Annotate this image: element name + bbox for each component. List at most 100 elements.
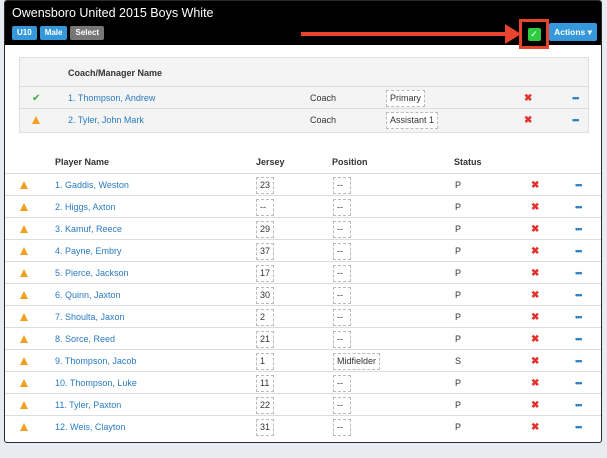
player-name-link[interactable]: 8. Sorce, Reed xyxy=(55,328,115,350)
coach-name-link[interactable]: 1. Thompson, Andrew xyxy=(68,87,155,109)
position-field[interactable]: Midfielder xyxy=(333,352,381,370)
player-row: 12. Weis, Clayton 31 -- P ✖ ••• xyxy=(5,415,601,438)
more-options-icon[interactable]: ••• xyxy=(575,394,583,416)
player-name-link[interactable]: 7. Shoulta, Jaxon xyxy=(55,306,125,328)
player-name-link[interactable]: 1. Gaddis, Weston xyxy=(55,174,129,196)
position-field[interactable]: -- xyxy=(333,396,351,414)
more-options-icon[interactable]: ••• xyxy=(575,218,583,240)
coach-header-row: Coach/Manager Name xyxy=(20,62,588,84)
remove-icon[interactable]: ✖ xyxy=(531,328,539,350)
approve-checkbox-icon[interactable]: ✓ xyxy=(527,27,541,41)
warning-icon xyxy=(20,335,28,343)
remove-icon[interactable]: ✖ xyxy=(524,87,532,109)
more-options-icon[interactable]: ••• xyxy=(572,109,580,131)
player-status-cell xyxy=(20,372,28,394)
remove-icon[interactable]: ✖ xyxy=(531,372,539,394)
status-header: Status xyxy=(454,157,482,167)
player-status: P xyxy=(455,334,462,344)
remove-icon[interactable]: ✖ xyxy=(531,284,539,306)
player-name-link[interactable]: 9. Thompson, Jacob xyxy=(55,350,136,372)
coach-type-cell: Assistant 1 xyxy=(386,109,439,131)
jersey-field[interactable]: 21 xyxy=(256,330,275,348)
annotation-arrow xyxy=(301,32,509,36)
position-field[interactable]: -- xyxy=(333,242,351,260)
player-status-cell xyxy=(20,196,28,218)
more-options-icon[interactable]: ••• xyxy=(575,372,583,394)
player-status-cell xyxy=(20,328,28,350)
jersey-field[interactable]: 29 xyxy=(256,220,275,238)
player-name-link[interactable]: 12. Weis, Clayton xyxy=(55,416,125,438)
remove-icon[interactable]: ✖ xyxy=(531,262,539,284)
player-name-link[interactable]: 3. Kamuf, Reece xyxy=(55,218,122,240)
remove-icon[interactable]: ✖ xyxy=(531,306,539,328)
approve-highlight: ✓ xyxy=(519,19,549,49)
more-options-icon[interactable]: ••• xyxy=(575,196,583,218)
more-options-icon[interactable]: ••• xyxy=(575,284,583,306)
warning-icon xyxy=(20,423,28,431)
jersey-field[interactable]: 37 xyxy=(256,242,275,260)
remove-icon[interactable]: ✖ xyxy=(531,350,539,372)
actions-button[interactable]: Actions ▾ xyxy=(549,23,597,41)
jersey-field[interactable]: 1 xyxy=(256,352,274,370)
roster-panel: Owensboro United 2015 Boys White U10 Mal… xyxy=(4,0,602,443)
coach-type-field[interactable]: Primary xyxy=(386,89,425,107)
warning-icon xyxy=(20,247,28,255)
remove-icon[interactable]: ✖ xyxy=(531,394,539,416)
position-field[interactable]: -- xyxy=(333,330,351,348)
more-options-icon[interactable]: ••• xyxy=(575,416,583,438)
remove-icon[interactable]: ✖ xyxy=(531,218,539,240)
jersey-field[interactable]: -- xyxy=(256,198,274,216)
jersey-field[interactable]: 30 xyxy=(256,286,275,304)
position-field[interactable]: -- xyxy=(333,308,351,326)
player-status: P xyxy=(455,378,462,388)
position-field[interactable]: -- xyxy=(333,220,351,238)
player-name-link[interactable]: 11. Tyler, Paxton xyxy=(55,394,121,416)
player-name-link[interactable]: 5. Pierce, Jackson xyxy=(55,262,129,284)
player-name-link[interactable]: 10. Thompson, Luke xyxy=(55,372,137,394)
player-status-cell xyxy=(20,240,28,262)
player-status-cell xyxy=(20,284,28,306)
coach-type-field[interactable]: Assistant 1 xyxy=(386,111,439,129)
more-options-icon[interactable]: ••• xyxy=(572,87,580,109)
jersey-field[interactable]: 22 xyxy=(256,396,275,414)
jersey-field[interactable]: 2 xyxy=(256,308,274,326)
remove-icon[interactable]: ✖ xyxy=(531,240,539,262)
player-name-link[interactable]: 2. Higgs, Axton xyxy=(55,196,116,218)
position-field[interactable]: -- xyxy=(333,418,351,436)
more-options-icon[interactable]: ••• xyxy=(575,328,583,350)
player-status: P xyxy=(455,180,462,190)
coach-role: Coach xyxy=(310,115,337,125)
remove-icon[interactable]: ✖ xyxy=(531,196,539,218)
warning-icon xyxy=(20,181,28,189)
position-cell: -- xyxy=(333,240,351,262)
position-field[interactable]: -- xyxy=(333,286,351,304)
more-options-icon[interactable]: ••• xyxy=(575,174,583,196)
player-name-link[interactable]: 4. Payne, Embry xyxy=(55,240,122,262)
more-options-icon[interactable]: ••• xyxy=(575,350,583,372)
player-name-link[interactable]: 6. Quinn, Jaxton xyxy=(55,284,121,306)
player-status-cell xyxy=(20,416,28,438)
warning-icon xyxy=(32,116,40,124)
coach-name-link[interactable]: 2. Tyler, John Mark xyxy=(68,109,144,131)
more-options-icon[interactable]: ••• xyxy=(575,240,583,262)
jersey-field[interactable]: 31 xyxy=(256,418,275,436)
remove-icon[interactable]: ✖ xyxy=(531,416,539,438)
jersey-field[interactable]: 17 xyxy=(256,264,275,282)
position-cell: -- xyxy=(333,196,351,218)
footer-bar xyxy=(0,447,607,458)
player-status: P xyxy=(455,290,462,300)
coach-role: Coach xyxy=(310,93,337,103)
more-options-icon[interactable]: ••• xyxy=(575,306,583,328)
jersey-field[interactable]: 11 xyxy=(256,374,274,392)
more-options-icon[interactable]: ••• xyxy=(575,262,583,284)
remove-icon[interactable]: ✖ xyxy=(531,174,539,196)
position-field[interactable]: -- xyxy=(333,176,351,194)
player-row: 6. Quinn, Jaxton 30 -- P ✖ ••• xyxy=(5,283,601,306)
position-field[interactable]: -- xyxy=(333,374,351,392)
player-status: P xyxy=(455,312,462,322)
jersey-field[interactable]: 23 xyxy=(256,176,275,194)
position-field[interactable]: -- xyxy=(333,264,351,282)
remove-icon[interactable]: ✖ xyxy=(524,109,532,131)
position-field[interactable]: -- xyxy=(333,198,351,216)
coach-row: 2. Tyler, John Mark Coach Assistant 1 ✖ ••• xyxy=(20,108,588,131)
